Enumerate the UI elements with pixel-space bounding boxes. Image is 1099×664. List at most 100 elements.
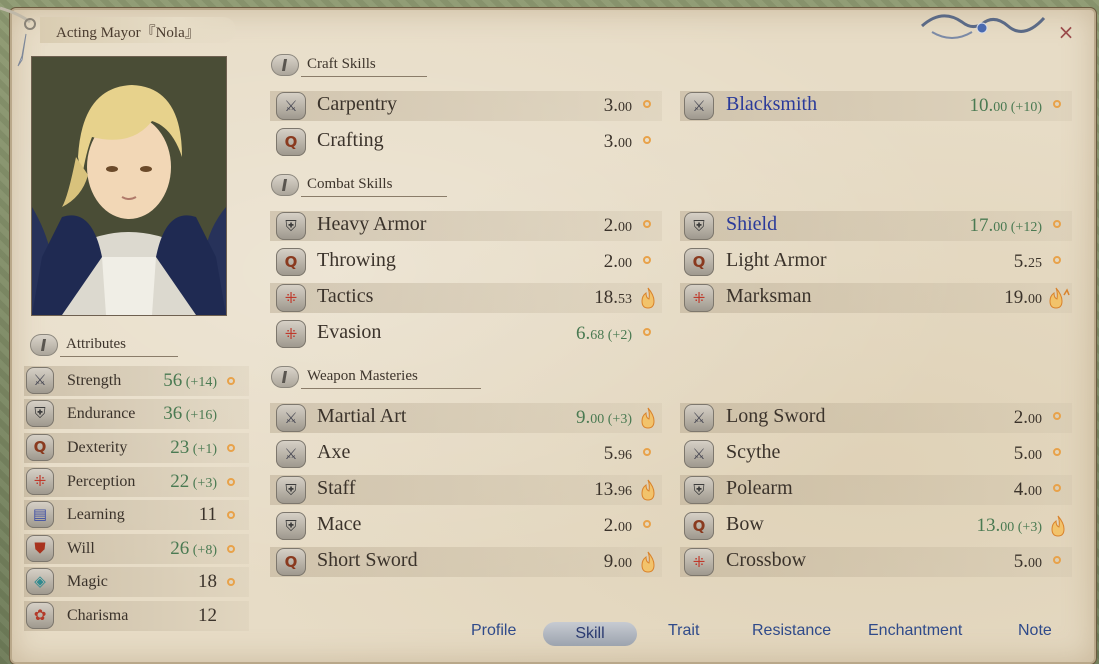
q-rune-icon: Q [276, 248, 306, 276]
skill-row-mace[interactable]: ⛨ Mace 2.00 [270, 509, 662, 541]
tab-enchantment[interactable]: Enchantment [868, 622, 962, 646]
section-badge-icon [30, 334, 58, 356]
armor-icon: ⛨ [684, 212, 714, 240]
skill-row-throwing[interactable]: Q Throwing 2.00 [270, 245, 662, 277]
skill-row-heavy-armor[interactable]: ⛨ Heavy Armor 2.00 [270, 209, 662, 241]
skill-row-martial-art[interactable]: ⚔ Martial Art 9.00 (+3) [270, 401, 662, 433]
potential-circle-icon [643, 328, 651, 336]
potential-circle-icon [643, 448, 651, 456]
skill-row-polearm[interactable]: ⛨ Polearm 4.00 [680, 473, 1072, 505]
potential-circle-icon [227, 578, 235, 586]
armor-icon: ⛨ [276, 212, 306, 240]
armor-icon: ⛨ [684, 476, 714, 504]
skill-row-carpentry[interactable]: ⚔ Carpentry 3.00 [270, 89, 662, 121]
crossed-swords-icon: ⚔ [276, 404, 306, 432]
potential-circle-icon [643, 100, 651, 108]
potential-circle-icon [227, 377, 235, 385]
potential-flame-icon [641, 551, 655, 573]
crossed-swords-icon: ⚔ [276, 440, 306, 468]
potential-circle-icon [1053, 100, 1061, 108]
q-rune-icon: Q [276, 548, 306, 576]
potential-flame-icon [641, 287, 655, 309]
crossed-swords-icon: ⚔ [26, 367, 54, 394]
grid-rune-icon: ⁜ [684, 548, 714, 576]
potential-circle-icon [227, 511, 235, 519]
crossed-swords-icon: ⚔ [684, 92, 714, 120]
grid-rune-icon: ⁜ [26, 468, 54, 495]
skill-row-short-sword[interactable]: Q Short Sword 9.00 [270, 545, 662, 577]
attribute-row-dexterity[interactable]: Q Dexterity 23 (+1) [24, 432, 249, 464]
combat-skills-header: Combat Skills [271, 174, 451, 198]
tab-resistance[interactable]: Resistance [752, 622, 831, 646]
q-rune-icon: Q [684, 248, 714, 276]
potential-circle-icon [227, 444, 235, 452]
attribute-row-magic[interactable]: ◈ Magic 18 [24, 566, 249, 598]
potential-circle-icon [1053, 412, 1061, 420]
potential-circle-icon [643, 520, 651, 528]
section-badge-icon [271, 174, 299, 196]
craft-skills-header: Craft Skills [271, 54, 431, 78]
crossed-swords-icon: ⚔ [276, 92, 306, 120]
potential-circle-icon [1053, 220, 1061, 228]
skill-row-axe[interactable]: ⚔ Axe 5.96 [270, 437, 662, 469]
potential-circle-icon [227, 478, 235, 486]
close-button[interactable]: × [1057, 22, 1075, 42]
potential-circle-icon [643, 256, 651, 264]
skill-row-light-armor[interactable]: Q Light Armor 5.25 [680, 245, 1072, 277]
attribute-row-will[interactable]: ⛊ Will 26 (+8) [24, 533, 249, 565]
skill-row-bow[interactable]: Q Bow 13.00 (+3) [680, 509, 1072, 541]
crossed-swords-icon: ⚔ [684, 404, 714, 432]
skill-row-shield[interactable]: ⛨ Shield 17.00 (+12) [680, 209, 1072, 241]
potential-flame-icon [1051, 515, 1065, 537]
skill-row-blacksmith[interactable]: ⚔ Blacksmith 10.00 (+10) [680, 89, 1072, 121]
q-rune-icon: Q [276, 128, 306, 156]
potential-circle-icon [1053, 556, 1061, 564]
attribute-row-learning[interactable]: ▤ Learning 11 [24, 499, 249, 531]
armor-icon: ⛨ [276, 512, 306, 540]
section-badge-icon [271, 366, 299, 388]
tab-note[interactable]: Note [1018, 622, 1052, 646]
q-rune-icon: Q [26, 434, 54, 461]
ribbon-icon: ✿ [26, 602, 54, 629]
attributes-header: Attributes [30, 334, 180, 358]
skill-row-tactics[interactable]: ⁜ Tactics 18.53 [270, 281, 662, 313]
skill-row-crossbow[interactable]: ⁜ Crossbow 5.00 [680, 545, 1072, 577]
grid-rune-icon: ⁜ [276, 284, 306, 312]
potential-flame-icon [641, 407, 655, 429]
q-rune-icon: Q [684, 512, 714, 540]
potential-circle-icon [227, 545, 235, 553]
window-title: Acting Mayor『Nola』 [56, 25, 200, 41]
potential-flame-up-icon [1049, 287, 1070, 309]
attribute-row-endurance[interactable]: ⛨ Endurance 36 (+16) [24, 398, 249, 430]
skill-row-marksman[interactable]: ⁜ Marksman 19.00 [680, 281, 1072, 313]
skill-row-staff[interactable]: ⛨ Staff 13.96 [270, 473, 662, 505]
attribute-row-strength[interactable]: ⚔ Strength 56 (+14) [24, 365, 249, 397]
tab-trait[interactable]: Trait [668, 622, 699, 646]
grid-rune-icon: ⁜ [276, 320, 306, 348]
attribute-row-perception[interactable]: ⁜ Perception 22 (+3) [24, 466, 249, 498]
weapon-masteries-header: Weapon Masteries [271, 366, 486, 390]
skill-row-scythe[interactable]: ⚔ Scythe 5.00 [680, 437, 1072, 469]
tab-profile[interactable]: Profile [471, 622, 516, 646]
grid-rune-icon: ⁜ [684, 284, 714, 312]
skill-row-crafting[interactable]: Q Crafting 3.00 [270, 125, 662, 157]
magic-rune-icon: ◈ [26, 568, 54, 595]
potential-circle-icon [1053, 256, 1061, 264]
skill-row-long-sword[interactable]: ⚔ Long Sword 2.00 [680, 401, 1072, 433]
character-portrait [31, 56, 227, 316]
potential-circle-icon [643, 220, 651, 228]
attribute-row-charisma[interactable]: ✿ Charisma 12 [24, 600, 249, 632]
crossed-swords-icon: ⚔ [684, 440, 714, 468]
tab-skill[interactable]: Skill [543, 622, 637, 646]
skill-row-evasion[interactable]: ⁜ Evasion 6.68 (+2) [270, 317, 662, 349]
armor-icon: ⛨ [276, 476, 306, 504]
potential-flame-icon [641, 479, 655, 501]
potential-circle-icon [1053, 484, 1061, 492]
section-badge-icon [271, 54, 299, 76]
potential-circle-icon [643, 136, 651, 144]
shield-icon: ⛊ [26, 535, 54, 562]
potential-circle-icon [1053, 448, 1061, 456]
filigree-ornament-icon [920, 14, 1046, 39]
book-icon: ▤ [26, 501, 54, 528]
armor-icon: ⛨ [26, 400, 54, 427]
